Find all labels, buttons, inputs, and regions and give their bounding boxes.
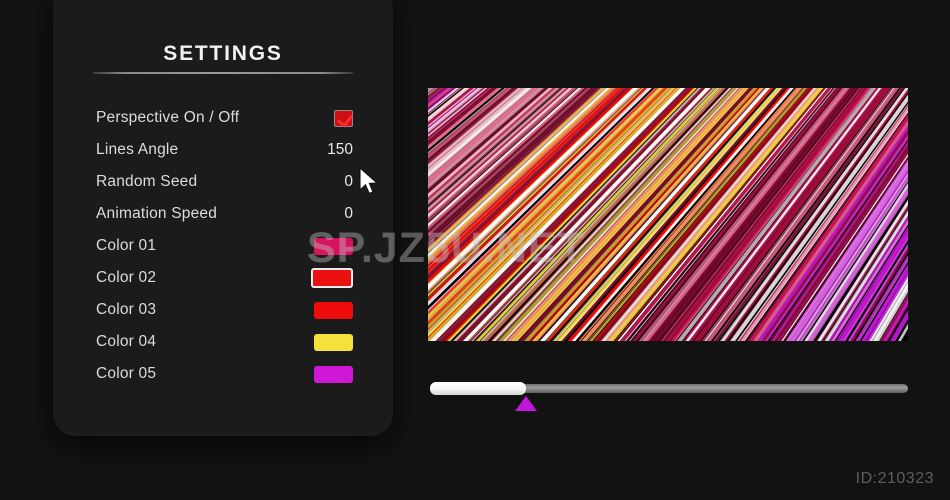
setting-label-color-04: Color 04 [96,333,157,350]
setting-row-color-03[interactable]: Color 03 [96,294,353,326]
color-swatch-02[interactable] [311,268,353,288]
perspective-checkbox[interactable] [334,109,353,127]
setting-label-color-05: Color 05 [96,365,157,382]
setting-row-color-04[interactable]: Color 04 [96,326,353,358]
setting-value-animation-speed[interactable]: 0 [319,205,353,223]
setting-row-lines-angle[interactable]: Lines Angle 150 [96,134,353,166]
color-swatch-05[interactable] [314,365,353,383]
generative-lines-svg [428,88,908,341]
timeline-playhead[interactable] [514,396,537,411]
setting-label-color-02: Color 02 [96,269,157,286]
setting-row-animation-speed[interactable]: Animation Speed 0 [96,198,353,230]
setting-label-animation-speed: Animation Speed [96,205,218,222]
timeline-fill [430,382,526,395]
artwork-preview-canvas[interactable] [428,88,908,341]
setting-row-color-02[interactable]: Color 02 [96,262,353,294]
app-root: SETTINGS Perspective On / Off Lines Angl… [0,0,950,500]
timeline-slider[interactable] [430,382,908,411]
setting-row-perspective[interactable]: Perspective On / Off [96,102,353,134]
setting-value-lines-angle[interactable]: 150 [319,141,353,159]
page-title: SETTINGS [163,42,283,65]
setting-row-color-05[interactable]: Color 05 [96,358,353,390]
settings-list: Perspective On / Off Lines Angle 150 Ran… [96,102,353,390]
setting-row-color-01[interactable]: Color 01 [96,230,353,262]
setting-value-random-seed[interactable]: 0 [319,173,353,191]
color-swatch-04[interactable] [314,333,353,351]
setting-label-random-seed: Random Seed [96,173,198,190]
id-label: ID:210323 [855,470,934,487]
setting-label-lines-angle: Lines Angle [96,141,179,158]
setting-label-perspective: Perspective On / Off [96,109,240,126]
color-swatch-03[interactable] [314,301,353,319]
settings-panel: SETTINGS Perspective On / Off Lines Angl… [53,0,393,436]
setting-row-random-seed[interactable]: Random Seed 0 [96,166,353,198]
color-swatch-01[interactable] [314,237,353,255]
setting-label-color-01: Color 01 [96,237,157,254]
setting-label-color-03: Color 03 [96,301,157,318]
title-divider [93,72,353,74]
